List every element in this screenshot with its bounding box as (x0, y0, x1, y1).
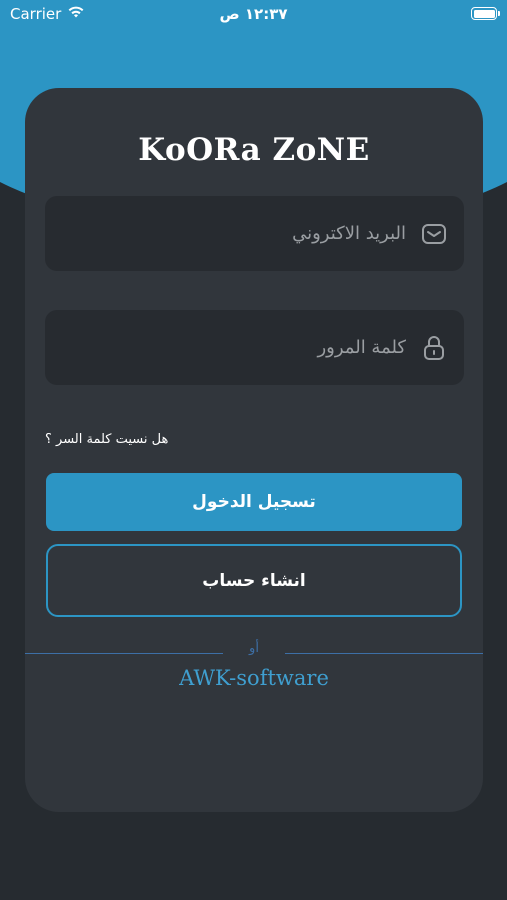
divider: أو (25, 641, 483, 661)
status-bar: Carrier ١٢:٣٧ ص (0, 0, 507, 30)
forgot-password-link[interactable]: هل نسيت كلمة السر ؟ (45, 432, 168, 447)
divider-line-right (285, 653, 483, 654)
email-field[interactable] (45, 196, 464, 271)
password-input[interactable] (45, 310, 406, 385)
login-button[interactable]: تسجيل الدخول (46, 473, 462, 531)
battery-icon (471, 7, 500, 20)
status-time: ١٢:٣٧ ص (219, 5, 288, 23)
email-input[interactable] (45, 196, 406, 271)
lock-icon (420, 334, 448, 362)
app-title: KoORa ZoNE (138, 132, 370, 168)
mail-icon (420, 220, 448, 248)
login-card: KoORa ZoNE هل نسيت كلمة السر ؟ تسجي (25, 88, 483, 812)
password-field[interactable] (45, 310, 464, 385)
login-screen: Carrier ١٢:٣٧ ص KoORa ZoNE البريد الاكتر… (0, 0, 507, 900)
signup-button[interactable]: انشاء حساب (46, 544, 462, 617)
footer-brand: AWK-software (179, 666, 329, 690)
